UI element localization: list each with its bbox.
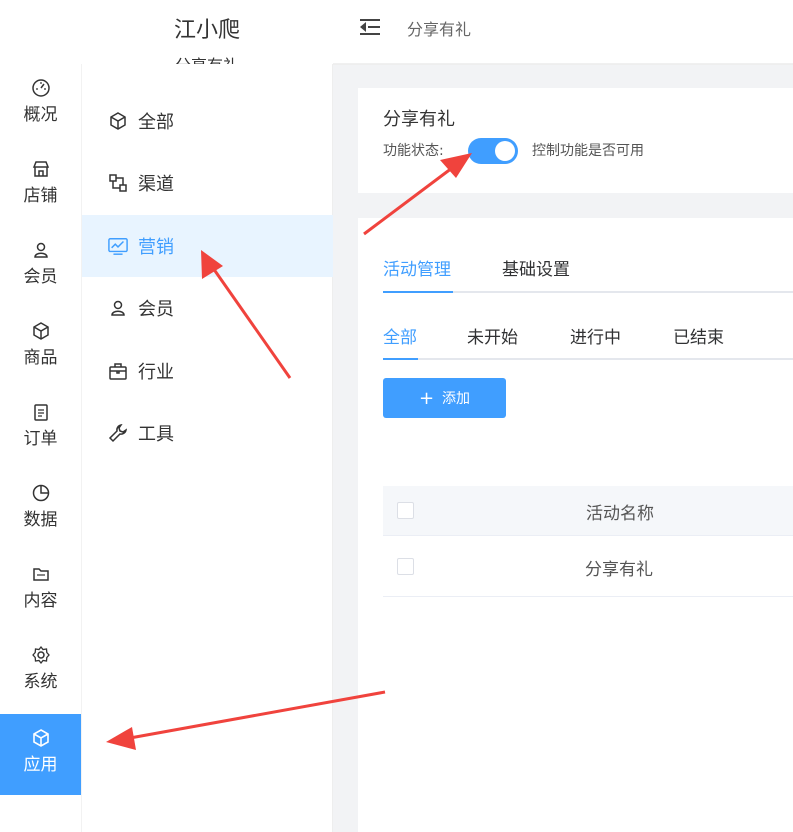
subnav-item-label: 行业 [138, 362, 174, 383]
tab-filter-in-progress[interactable]: 进行中 [570, 323, 621, 360]
folder-icon [32, 568, 49, 581]
subnav-item-channel[interactable]: 渠道 [82, 152, 333, 214]
primary-sidebar: 概况 店铺 会员 商品 订单 数据 内容 系统 应用 [0, 64, 81, 832]
feature-title: 分享有礼 [383, 109, 455, 130]
feature-card: 分享有礼 功能状态: 控制功能是否可用 [358, 88, 793, 193]
tab-filter-ended[interactable]: 已结束 [673, 323, 724, 360]
column-header-activity-name: 活动名称 [586, 504, 654, 524]
table-row: 分享有礼 [383, 536, 793, 597]
subnav-item-label: 会员 [138, 299, 174, 320]
add-button[interactable]: + 添加 [383, 378, 506, 418]
nav-item-overview[interactable]: 概况 [0, 64, 81, 145]
breadcrumb: 分享有礼 [407, 20, 472, 39]
nav-item-content[interactable]: 内容 [0, 550, 81, 631]
nav-item-label: 概况 [23, 105, 58, 125]
nav-item-member[interactable]: 会员 [0, 226, 81, 307]
subnav-item-label: 渠道 [138, 174, 174, 195]
nav-item-order[interactable]: 订单 [0, 388, 81, 469]
nav-item-store[interactable]: 店铺 [0, 145, 81, 226]
gear-icon [31, 645, 50, 665]
cube-icon [110, 112, 126, 130]
user-icon [33, 242, 48, 258]
nav-item-system[interactable]: 系统 [0, 631, 81, 712]
briefcase-icon [109, 363, 127, 380]
tab-activity-management[interactable]: 活动管理 [383, 255, 453, 293]
subnav-item-industry[interactable]: 行业 [82, 340, 333, 402]
tab-filter-not-started[interactable]: 未开始 [467, 323, 518, 360]
marketing-chart-icon [108, 238, 128, 255]
nav-item-label: 商品 [23, 348, 58, 368]
subnav-item-member[interactable]: 会员 [82, 277, 333, 339]
row-checkbox[interactable] [397, 558, 414, 575]
channels-icon [109, 174, 127, 192]
top-bar: 分享有礼 [333, 0, 793, 64]
select-all-checkbox[interactable] [397, 502, 414, 519]
subnav-item-label: 营销 [138, 237, 174, 258]
activity-name-cell: 分享有礼 [585, 560, 653, 580]
nav-item-label: 系统 [23, 672, 58, 692]
main-content: 分享有礼 功能状态: 控制功能是否可用 活动管理 基础设置 全部 未开始 进行中… [333, 65, 793, 832]
plus-icon: + [418, 387, 435, 409]
nav-item-product[interactable]: 商品 [0, 307, 81, 388]
nav-item-label: 会员 [23, 267, 58, 287]
subnav-item-all[interactable]: 全部 [82, 90, 333, 152]
nav-item-data[interactable]: 数据 [0, 469, 81, 550]
nav-item-label: 内容 [23, 591, 58, 611]
cube-icon [32, 729, 49, 747]
tab-basic-settings[interactable]: 基础设置 [502, 255, 574, 293]
activity-table: 活动名称 分享有礼 [383, 486, 793, 597]
nav-item-label: 订单 [23, 429, 58, 449]
user-icon [111, 300, 125, 316]
wrench-icon [108, 423, 128, 443]
main-tabs: 活动管理 基础设置 [383, 255, 793, 293]
feature-status-switch[interactable] [468, 138, 518, 164]
filter-tabs: 全部 未开始 进行中 已结束 [383, 323, 793, 360]
activity-card: 活动管理 基础设置 全部 未开始 进行中 已结束 + 添加 活动名称 分享有礼 [358, 218, 793, 832]
clipboard-icon [33, 404, 48, 421]
nav-item-label: 店铺 [23, 186, 58, 206]
dashboard-icon [31, 79, 50, 97]
status-description: 控制功能是否可用 [532, 143, 644, 159]
subnav-item-label: 工具 [138, 424, 174, 445]
secondary-sidebar: 全部 渠道 营销 会员 行业 工具 [81, 64, 333, 832]
add-button-label: 添加 [442, 391, 471, 407]
nav-item-apps[interactable]: 应用 [0, 714, 81, 795]
status-label: 功能状态: [383, 143, 444, 159]
switch-knob [495, 141, 515, 161]
table-header: 活动名称 [383, 486, 793, 536]
nav-item-label: 应用 [23, 755, 58, 775]
menu-fold-icon[interactable] [360, 18, 380, 36]
tab-filter-all[interactable]: 全部 [383, 323, 418, 360]
pie-chart-icon [32, 484, 49, 502]
subnav-item-tools[interactable]: 工具 [82, 402, 333, 464]
subnav-item-label: 全部 [138, 112, 174, 133]
store-icon [32, 161, 49, 177]
cube-icon [32, 322, 49, 340]
nav-item-label: 数据 [23, 510, 58, 530]
subnav-item-marketing[interactable]: 营销 [82, 215, 333, 277]
